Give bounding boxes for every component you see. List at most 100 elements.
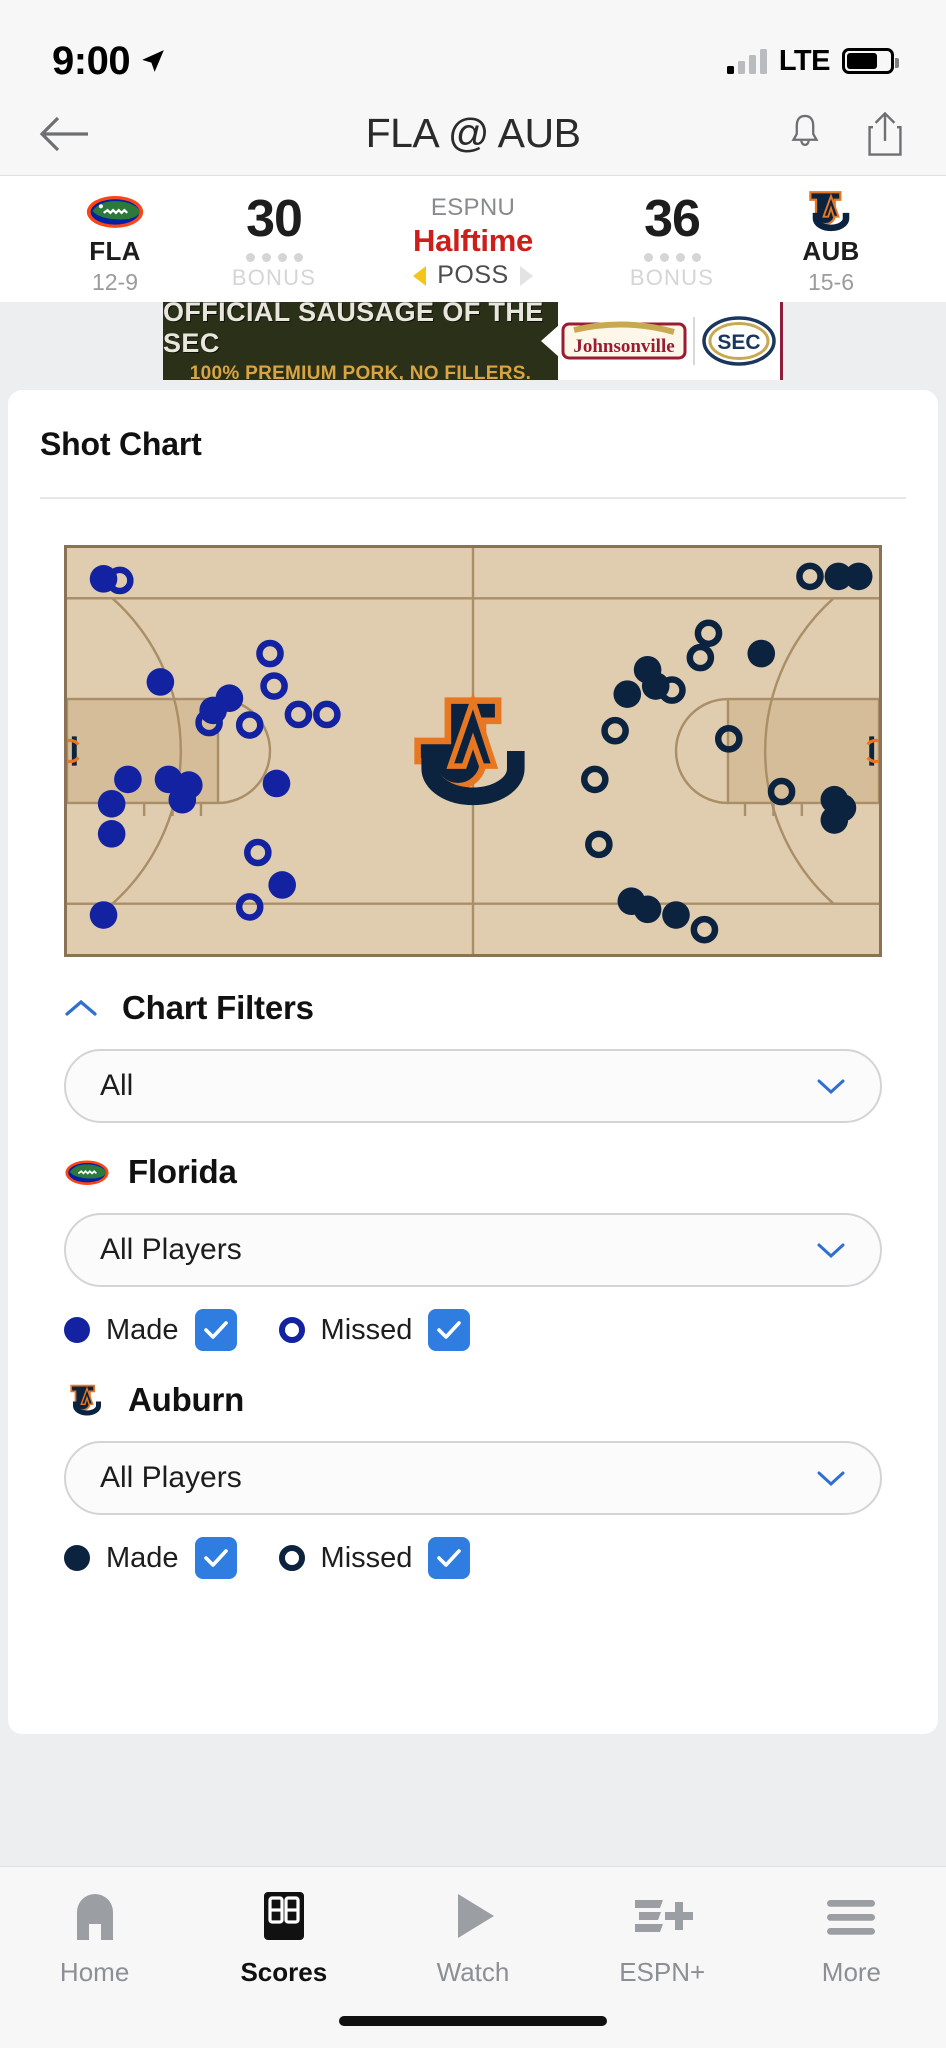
shot-marker[interactable] (824, 562, 853, 591)
florida-player-value: All Players (100, 1233, 242, 1266)
ad-logos: Johnsonville SEC (558, 302, 780, 380)
scoreboard-icon (260, 1889, 308, 1943)
florida-missed-filter[interactable]: Missed (278, 1309, 471, 1351)
tab-more[interactable]: More (757, 1889, 946, 1988)
florida-missed-checkbox[interactable] (428, 1309, 471, 1351)
chart-filters-title: Chart Filters (122, 989, 314, 1026)
game-state: Halftime (413, 223, 533, 258)
auburn-made-filter[interactable]: Made (64, 1537, 237, 1579)
away-score-block: 30 BONUS (190, 193, 358, 291)
auburn-missed-filter[interactable]: Missed (278, 1537, 471, 1579)
shot-marker[interactable] (215, 684, 244, 713)
auburn-missed-label: Missed (320, 1541, 413, 1574)
period-filter-value: All (100, 1069, 134, 1102)
auburn-missed-checkbox[interactable] (428, 1537, 471, 1579)
period-filter-select[interactable]: All (64, 1049, 882, 1123)
home-score: 36 (644, 190, 701, 248)
share-icon[interactable] (862, 108, 908, 160)
shot-marker[interactable] (747, 639, 776, 668)
shot-marker[interactable] (97, 789, 126, 818)
shot-marker[interactable] (633, 895, 662, 924)
johnsonville-logo: Johnsonville (561, 321, 687, 360)
chart-filters-section: Chart Filters All Florida All Players Ma… (8, 989, 938, 1579)
scoreboard[interactable]: FLA 12-9 30 BONUS ESPNU Halftime POSS 36… (0, 176, 946, 302)
chevron-up-icon[interactable] (64, 998, 98, 1018)
auburn-tigers-logo (809, 191, 850, 232)
florida-made-checkbox[interactable] (194, 1309, 237, 1351)
auburn-player-select[interactable]: All Players (64, 1441, 882, 1515)
shot-marker[interactable] (114, 765, 142, 794)
tab-watch-label: Watch (436, 1957, 510, 1987)
florida-legend-row: Made Missed (64, 1309, 882, 1351)
auburn-made-swatch (64, 1545, 90, 1571)
game-status-block: ESPNU Halftime POSS (358, 194, 588, 290)
florida-missed-label: Missed (320, 1313, 413, 1346)
shot-marker[interactable] (613, 680, 642, 708)
florida-gators-logo (65, 1160, 109, 1185)
ad-notch-shape (541, 325, 559, 357)
app-screen: 9:00 LTE FLA @ AUB FLA 12-9 30 BONUS ESP… (0, 0, 946, 2048)
auburn-player-value: All Players (100, 1461, 242, 1494)
chevron-down-icon[interactable] (816, 1241, 846, 1259)
home-foul-dots (643, 253, 701, 262)
shot-marker[interactable] (146, 668, 175, 696)
florida-made-filter[interactable]: Made (64, 1309, 237, 1351)
auburn-missed-swatch (278, 1545, 305, 1571)
tab-espn-plus-label: ESPN+ (619, 1957, 706, 1987)
tab-scores-label: Scores (240, 1957, 328, 1987)
bell-icon[interactable] (782, 108, 828, 160)
shot-marker[interactable] (268, 871, 296, 899)
home-team-block[interactable]: AUB 15-6 (756, 188, 906, 296)
away-bonus-label: BONUS (231, 265, 317, 290)
filter-team-florida-name: Florida (128, 1153, 237, 1190)
hamburger-icon (823, 1889, 879, 1943)
shot-marker[interactable] (89, 901, 118, 929)
ad-headline: OFFICIAL SAUSAGE OF THE SEC (163, 302, 544, 358)
tab-scores[interactable]: Scores (189, 1889, 378, 1988)
tab-espn-plus[interactable]: ESPN+ (568, 1889, 757, 1988)
back-arrow-icon[interactable] (38, 114, 90, 154)
chevron-down-icon[interactable] (816, 1077, 846, 1095)
battery-icon (842, 48, 899, 74)
shot-marker[interactable] (97, 820, 126, 848)
chevron-down-icon[interactable] (816, 1469, 846, 1487)
home-team-abbr: AUB (802, 236, 860, 266)
broadcast-network: ESPNU (430, 194, 516, 221)
tab-more-label: More (821, 1957, 882, 1987)
shot-marker[interactable] (168, 785, 197, 814)
nav-actions (782, 108, 908, 160)
ad-divider (692, 317, 695, 365)
espn-plus-icon (631, 1889, 694, 1943)
away-team-record: 12-9 (91, 269, 139, 295)
sponsor-ad-banner[interactable]: OFFICIAL SAUSAGE OF THE SEC 100% PREMIUM… (163, 302, 783, 380)
location-arrow-icon (142, 50, 164, 72)
away-team-abbr: FLA (89, 236, 141, 266)
away-score: 30 (246, 190, 303, 248)
ad-creative: OFFICIAL SAUSAGE OF THE SEC 100% PREMIUM… (163, 302, 559, 380)
auburn-made-checkbox[interactable] (194, 1537, 237, 1579)
filter-team-auburn-header: Auburn (64, 1381, 882, 1419)
possession-left-arrow-icon (413, 265, 427, 286)
shot-chart-court-wrap[interactable] (64, 545, 882, 957)
svg-text:SEC: SEC (717, 331, 760, 354)
possession-row: POSS (413, 261, 533, 290)
status-bar: 9:00 LTE (0, 0, 946, 92)
nav-bar: FLA @ AUB (0, 92, 946, 176)
card-title: Shot Chart (40, 426, 202, 462)
shot-marker[interactable] (820, 806, 849, 834)
chart-filters-header[interactable]: Chart Filters (64, 989, 882, 1027)
play-icon (448, 1889, 498, 1943)
status-time-group: 9:00 (52, 39, 166, 84)
basketball-court-shot-chart[interactable] (64, 545, 882, 957)
tab-home[interactable]: Home (0, 1889, 189, 1988)
home-bonus-label: BONUS (629, 265, 715, 290)
shot-marker[interactable] (662, 901, 690, 929)
shot-marker[interactable] (262, 769, 291, 798)
florida-missed-swatch (278, 1317, 305, 1343)
florida-player-select[interactable]: All Players (64, 1213, 882, 1287)
auburn-made-label: Made (106, 1541, 179, 1574)
possession-label: POSS (437, 261, 509, 289)
tab-watch[interactable]: Watch (378, 1889, 567, 1988)
auburn-legend-row: Made Missed (64, 1537, 882, 1579)
away-team-block[interactable]: FLA 12-9 (40, 188, 190, 296)
